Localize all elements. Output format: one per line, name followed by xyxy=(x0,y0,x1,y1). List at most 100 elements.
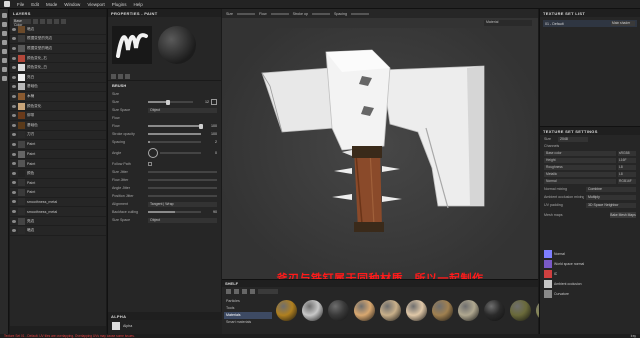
channel-format-dropdown[interactable]: L8 xyxy=(618,172,636,177)
visibility-eye-icon[interactable] xyxy=(12,181,16,185)
mesh-map-item[interactable]: Ambient occlusion xyxy=(544,279,636,288)
paint-brush-icon[interactable] xyxy=(2,13,7,18)
visibility-eye-icon[interactable] xyxy=(12,114,16,118)
size-jitter-slider[interactable] xyxy=(148,171,217,173)
layer-item[interactable]: 根据变型的暗边 xyxy=(10,44,106,54)
flow-value[interactable]: 100 xyxy=(203,124,217,128)
clone-icon[interactable] xyxy=(2,58,7,63)
ctx-size-slider[interactable] xyxy=(237,12,255,15)
projection-icon[interactable] xyxy=(2,31,7,36)
shelf-category-materials[interactable]: Materials xyxy=(224,312,272,319)
tss-size-dropdown[interactable]: 2048 xyxy=(558,136,588,142)
mesh-map-item[interactable]: Normal xyxy=(544,249,636,258)
channel-format-dropdown[interactable]: L8 xyxy=(618,165,636,170)
position-jitter-slider[interactable] xyxy=(148,195,217,197)
visibility-eye-icon[interactable] xyxy=(12,104,16,108)
visibility-eye-icon[interactable] xyxy=(12,219,16,223)
flow-jitter-slider[interactable] xyxy=(148,179,217,181)
material-thumbnail[interactable] xyxy=(380,300,401,321)
pen-pressure-icon[interactable] xyxy=(211,99,217,105)
channel-format-dropdown[interactable]: sRGB8 xyxy=(618,151,636,156)
angle-jitter-slider[interactable] xyxy=(148,187,217,189)
material-thumbnail[interactable] xyxy=(510,300,531,321)
layer-item[interactable]: 基础色 xyxy=(10,121,106,131)
angle-slider[interactable] xyxy=(160,152,201,154)
shelf-category-smart-materials[interactable]: Smart materials xyxy=(224,319,272,326)
add-fill-layer-icon[interactable] xyxy=(40,18,45,24)
visibility-eye-icon[interactable] xyxy=(12,37,16,41)
flow-slider-knob[interactable] xyxy=(199,123,203,129)
layer-item[interactable]: 颜色变化 xyxy=(10,102,106,112)
visibility-eye-icon[interactable] xyxy=(12,210,16,214)
alignment-dropdown[interactable]: Tangent | Wrap xyxy=(148,201,217,207)
layer-item[interactable]: Paint xyxy=(10,140,106,150)
visibility-eye-icon[interactable] xyxy=(12,85,16,89)
ao-mix-dropdown[interactable]: Multiply xyxy=(586,194,636,200)
spacing-value[interactable]: 2 xyxy=(203,140,217,144)
smudge-icon[interactable] xyxy=(2,49,7,54)
size-slider-knob[interactable] xyxy=(166,99,171,105)
layer-item[interactable]: 基础色 xyxy=(10,83,106,93)
angle-dial[interactable] xyxy=(148,148,158,158)
layer-item[interactable]: 绑带 xyxy=(10,111,106,121)
texture-set-item[interactable]: 01 - Default Main shader xyxy=(543,20,637,27)
menu-mode[interactable]: Mode xyxy=(46,2,57,7)
visibility-eye-icon[interactable] xyxy=(12,229,16,233)
spacing-slider[interactable] xyxy=(148,141,201,143)
visibility-eye-icon[interactable] xyxy=(12,75,16,79)
visibility-eye-icon[interactable] xyxy=(12,171,16,175)
color-picker-icon[interactable] xyxy=(2,67,7,72)
shelf-filter-icon[interactable] xyxy=(242,289,247,294)
bake-mesh-maps-button[interactable]: Bake Mesh Maps xyxy=(610,211,636,218)
mesh-map-item[interactable]: Curvature xyxy=(544,289,636,298)
3d-scene[interactable]: 斧刃与铁钉属于同种材质，所以一起制作 xyxy=(222,28,538,288)
visibility-eye-icon[interactable] xyxy=(12,27,16,31)
layer-item[interactable]: 根据变型的亮边 xyxy=(10,35,106,45)
menu-window[interactable]: Window xyxy=(64,2,80,7)
visibility-eye-icon[interactable] xyxy=(12,66,16,70)
measure-icon[interactable] xyxy=(2,76,7,81)
material-thumbnail[interactable] xyxy=(328,300,349,321)
add-layer-icon[interactable] xyxy=(33,18,38,24)
material-thumbnail[interactable] xyxy=(484,300,505,321)
size-value[interactable]: 12 xyxy=(195,100,209,104)
add-folder-icon[interactable] xyxy=(54,18,59,24)
mesh-map-item[interactable]: ID xyxy=(544,269,636,278)
layer-item[interactable]: smoothness_metal xyxy=(10,207,106,217)
viewport[interactable]: Size Flow Stroke op Spacing Material SHE… xyxy=(222,9,583,334)
backface-slider[interactable] xyxy=(148,211,201,213)
layer-item[interactable]: Paint xyxy=(10,159,106,169)
stroke-opacity-value[interactable]: 100 xyxy=(203,132,217,136)
size-space-dropdown[interactable]: Object xyxy=(148,107,217,113)
layer-item[interactable]: 颜色变化_右 xyxy=(10,54,106,64)
blend-mode-dropdown[interactable]: Base Color xyxy=(13,18,31,27)
layer-folder[interactable]: 木柄 xyxy=(10,92,106,102)
layer-item[interactable]: smoothness_metal xyxy=(10,198,106,208)
visibility-eye-icon[interactable] xyxy=(12,46,16,50)
shelf-import-icon[interactable] xyxy=(234,289,239,294)
brush-tab-icon[interactable] xyxy=(111,74,116,79)
uv-padding-dropdown[interactable]: 3D Space Neighbor xyxy=(586,202,636,208)
layer-folder[interactable]: 暗边 xyxy=(10,226,106,237)
size-slider[interactable] xyxy=(148,99,193,105)
visibility-eye-icon[interactable] xyxy=(12,152,16,156)
shelf-grid-icon[interactable] xyxy=(250,289,255,294)
menu-help[interactable]: Help xyxy=(134,2,143,7)
layer-item[interactable]: 亮白 xyxy=(10,73,106,83)
ctx-spacing-slider[interactable] xyxy=(350,12,369,15)
layer-item[interactable]: 颜色 xyxy=(10,169,106,179)
visibility-eye-icon[interactable] xyxy=(12,162,16,166)
material-thumbnail[interactable] xyxy=(458,300,479,321)
material-thumbnail[interactable] xyxy=(432,300,453,321)
shelf-category-tools[interactable]: Tools xyxy=(224,305,272,312)
angle-value[interactable]: 0 xyxy=(203,151,217,155)
menu-plugins[interactable]: Plugins xyxy=(112,2,127,7)
material-thumbnail[interactable] xyxy=(406,300,427,321)
shader-dropdown[interactable]: Main shader xyxy=(611,21,635,26)
visibility-eye-icon[interactable] xyxy=(12,200,16,204)
normal-mix-dropdown[interactable]: Combine xyxy=(586,186,636,192)
delete-layer-icon[interactable] xyxy=(61,18,66,24)
visibility-eye-icon[interactable] xyxy=(12,190,16,194)
menu-edit[interactable]: Edit xyxy=(31,2,39,7)
stroke-opacity-slider[interactable] xyxy=(148,133,201,135)
